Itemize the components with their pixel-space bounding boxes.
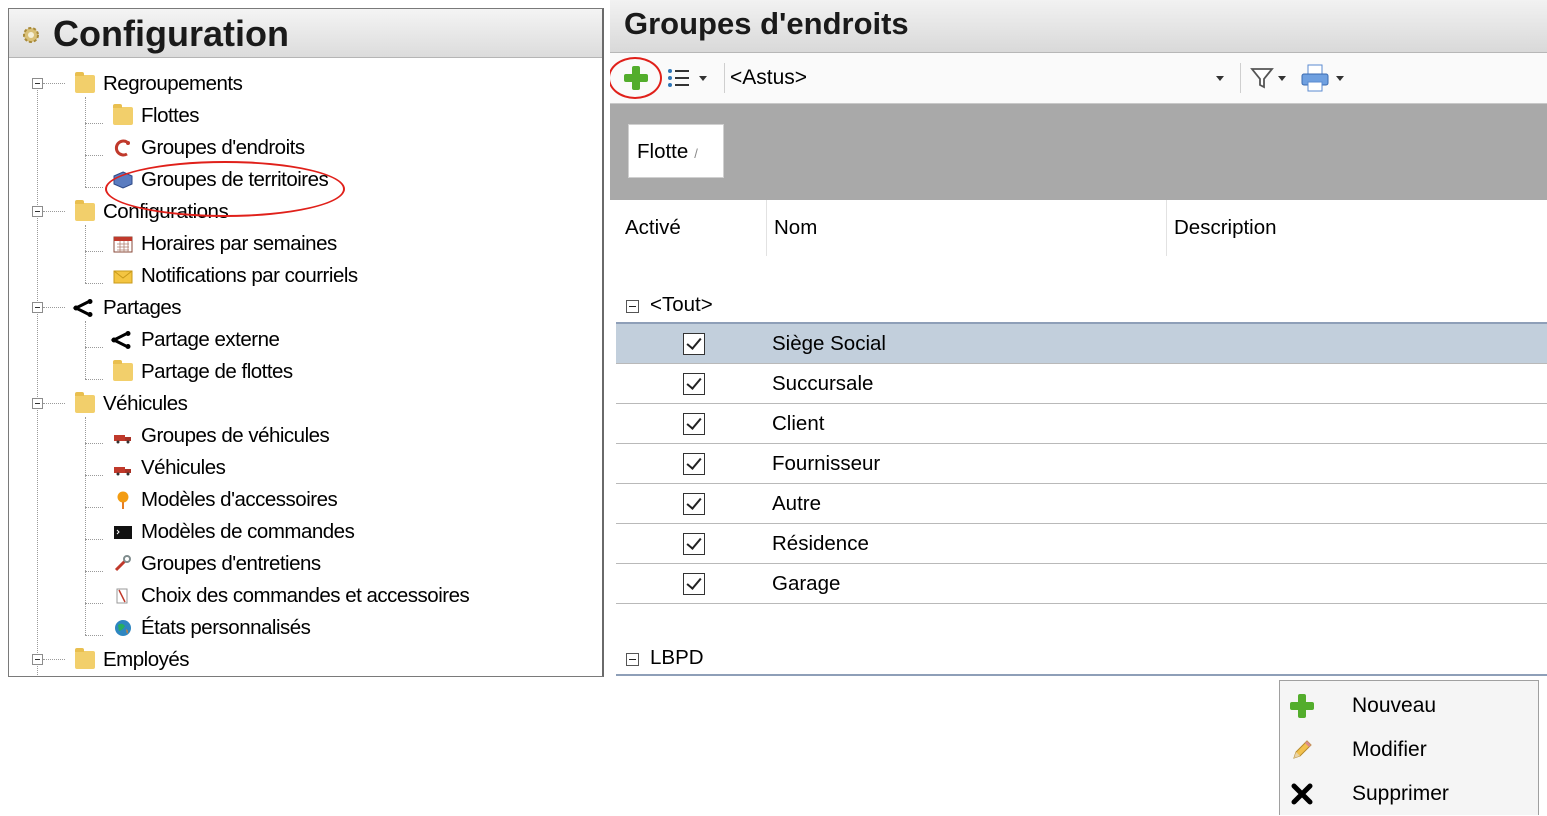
truck-icon bbox=[114, 435, 131, 444]
active-checkbox[interactable] bbox=[683, 533, 705, 555]
chevron-down-icon bbox=[699, 76, 707, 81]
column-headers: Activé Nom Description bbox=[610, 200, 1547, 256]
menu-item-modifier[interactable]: Modifier bbox=[1280, 728, 1538, 772]
view-options-button[interactable] bbox=[666, 63, 716, 93]
column-header-name[interactable]: Nom bbox=[774, 200, 817, 256]
collapse-vehicules[interactable] bbox=[32, 398, 43, 409]
menu-item-supprimer[interactable]: Supprimer bbox=[1280, 772, 1538, 816]
chevron-down-icon bbox=[1216, 76, 1224, 81]
gear-icon bbox=[23, 27, 39, 43]
highlight-circle bbox=[610, 57, 662, 99]
table-row[interactable]: Client bbox=[616, 404, 1547, 444]
chevron-down-icon bbox=[1278, 76, 1286, 81]
folder-icon bbox=[75, 72, 95, 93]
location-groups-panel: Groupes d'endroits <Astus> Flotte / Acti… bbox=[610, 0, 1547, 677]
chevron-down-icon bbox=[1336, 76, 1344, 81]
configuration-tree: Regroupements Flottes Groupes d'endroits… bbox=[9, 57, 602, 676]
folder-icon bbox=[113, 104, 133, 125]
calendar-icon bbox=[113, 236, 133, 253]
table-row[interactable]: Résidence bbox=[616, 524, 1547, 564]
folder-icon bbox=[75, 200, 95, 221]
pin-icon bbox=[117, 491, 129, 509]
toolbar: <Astus> bbox=[610, 53, 1547, 104]
collapse-employes[interactable] bbox=[32, 654, 43, 665]
checklist-icon bbox=[116, 588, 128, 604]
collapse-icon[interactable] bbox=[626, 653, 639, 666]
globe-icon bbox=[115, 620, 131, 636]
list-icon bbox=[668, 69, 689, 87]
context-menu: Nouveau Modifier Supprimer bbox=[1279, 680, 1539, 815]
location-group-icon bbox=[114, 139, 130, 157]
active-checkbox[interactable] bbox=[683, 453, 705, 475]
column-header-description[interactable]: Description bbox=[1174, 200, 1277, 256]
location-groups-header: Groupes d'endroits bbox=[610, 0, 1547, 53]
pencil-icon bbox=[1293, 740, 1312, 759]
column-header-active[interactable]: Activé bbox=[625, 200, 681, 256]
fleet-filter-value: <Astus> bbox=[730, 66, 808, 89]
collapse-regroupements[interactable] bbox=[32, 78, 43, 89]
share-icon bbox=[110, 331, 131, 349]
configuration-panel: Configuration Regroupements Flottes Grou… bbox=[8, 8, 604, 677]
folder-icon bbox=[75, 648, 95, 669]
filter-button[interactable] bbox=[1250, 63, 1290, 93]
table-row[interactable]: Autre bbox=[616, 484, 1547, 524]
envelope-icon bbox=[113, 270, 133, 284]
truck-icon bbox=[114, 467, 131, 476]
print-icon bbox=[1301, 64, 1329, 92]
menu-item-nouveau[interactable]: Nouveau bbox=[1280, 684, 1538, 728]
share-icon bbox=[72, 299, 93, 317]
table-row[interactable]: Garage bbox=[616, 564, 1547, 604]
collapse-configurations[interactable] bbox=[32, 206, 43, 217]
fleet-share-icon bbox=[113, 360, 133, 381]
table-row[interactable]: Succursale bbox=[616, 364, 1547, 404]
active-checkbox[interactable] bbox=[683, 573, 705, 595]
x-icon bbox=[1291, 783, 1313, 805]
plus-icon bbox=[1290, 694, 1314, 718]
folder-icon bbox=[75, 392, 95, 413]
active-checkbox[interactable] bbox=[683, 333, 705, 355]
location-groups-title: Groupes d'endroits bbox=[624, 6, 909, 41]
configuration-title: Configuration bbox=[53, 13, 289, 54]
fleet-filter-select[interactable]: <Astus> bbox=[730, 61, 1230, 95]
active-checkbox[interactable] bbox=[683, 493, 705, 515]
active-checkbox[interactable] bbox=[683, 413, 705, 435]
highlight-circle bbox=[105, 161, 345, 217]
sort-icon: / bbox=[694, 146, 698, 161]
table-row[interactable]: Siège Social bbox=[616, 324, 1547, 364]
active-checkbox[interactable] bbox=[683, 373, 705, 395]
table-row[interactable]: Fournisseur bbox=[616, 444, 1547, 484]
group-chip-flotte[interactable]: Flotte / bbox=[628, 124, 724, 178]
collapse-icon[interactable] bbox=[626, 300, 639, 313]
configuration-header: Configuration bbox=[9, 9, 602, 58]
terminal-icon bbox=[114, 526, 132, 539]
print-button[interactable] bbox=[1300, 63, 1350, 93]
collapse-partages[interactable] bbox=[32, 302, 43, 313]
wrench-icon bbox=[114, 555, 131, 572]
filter-icon bbox=[1250, 68, 1274, 89]
group-by-panel: Flotte / bbox=[610, 104, 1547, 200]
